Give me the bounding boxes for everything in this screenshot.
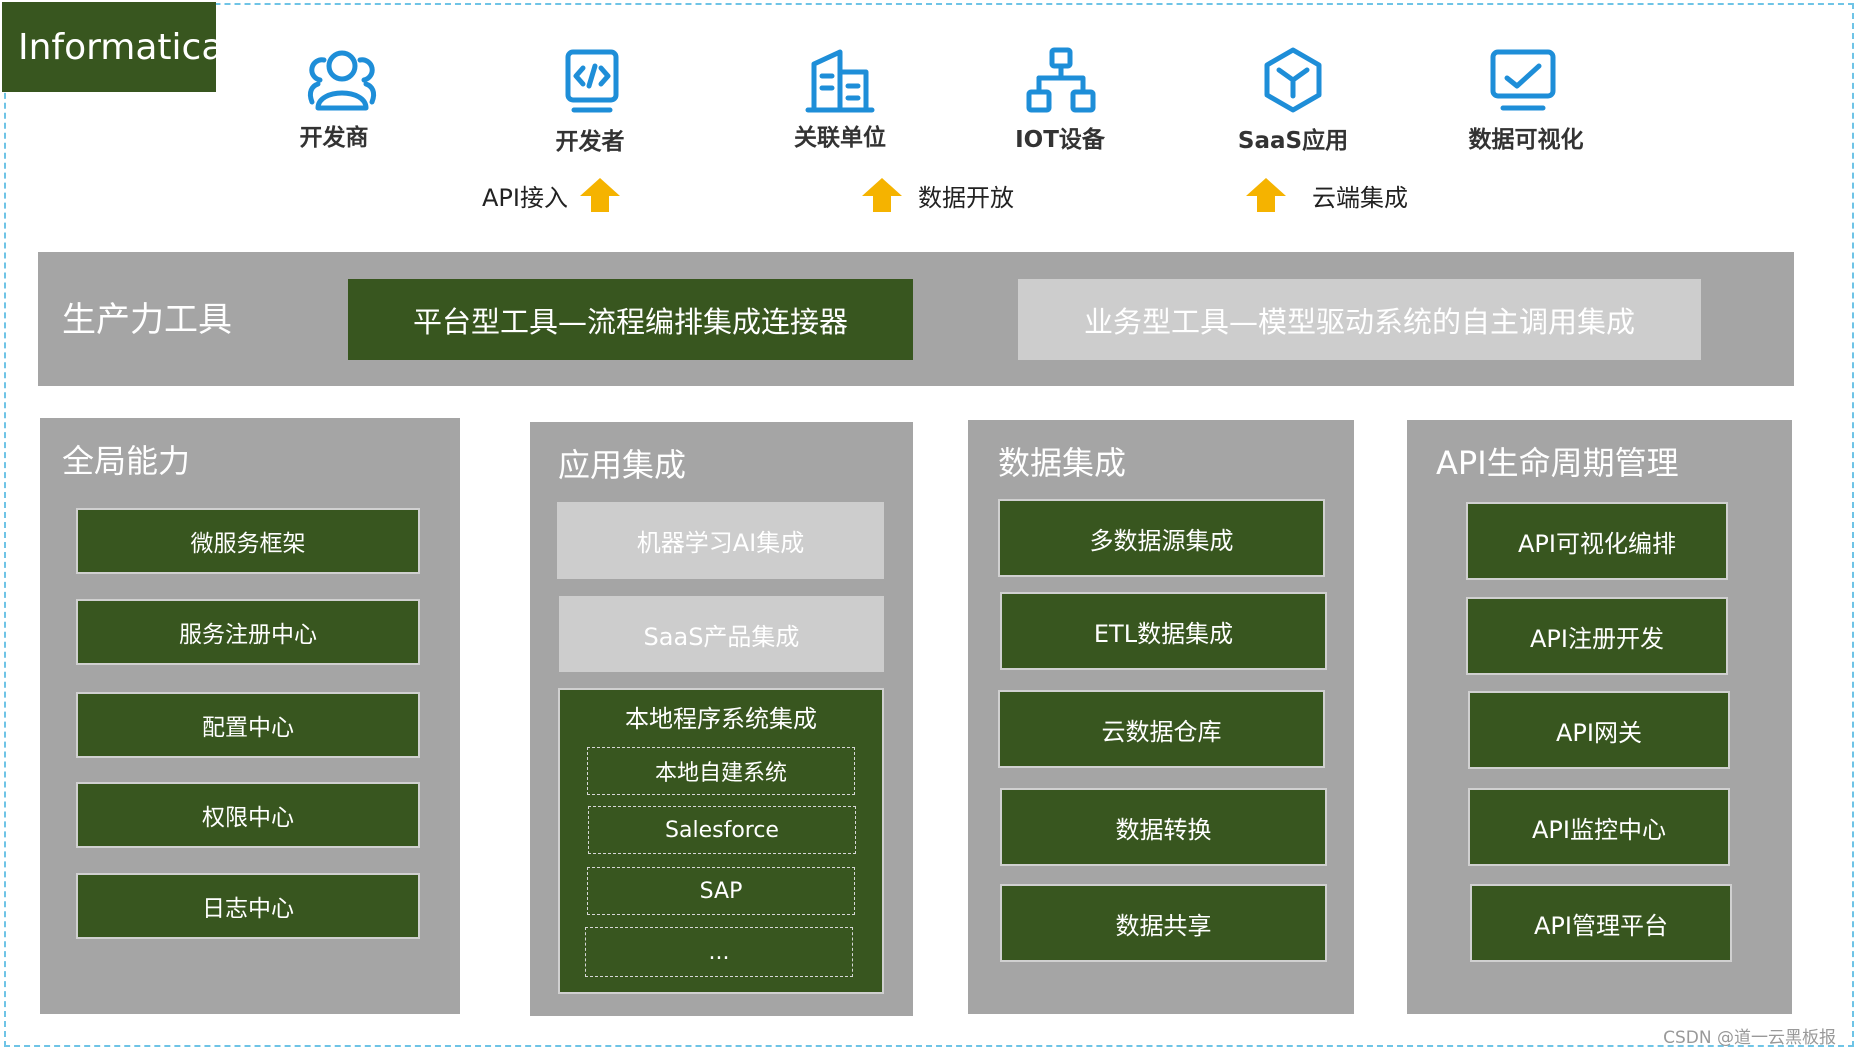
global-item: 服务注册中心 — [76, 599, 420, 665]
global-capability-title: 全局能力 — [62, 442, 191, 480]
role-data-visualization: 数据可视化 — [1468, 127, 1584, 153]
role-saas-app: SaaS应用 — [1237, 128, 1349, 154]
monitor-chart-icon — [1483, 46, 1563, 116]
flow-label: 数据开放 — [918, 183, 1014, 212]
business-tool-box: 业务型工具—模型驱动系统的自主调用集成 — [1018, 279, 1701, 360]
role-developer-company: 开发商 — [299, 125, 369, 151]
code-window-icon — [552, 46, 632, 116]
data-item: 数据转换 — [1000, 788, 1327, 866]
local-system-title: 本地程序系统集成 — [625, 704, 817, 733]
data-integration-title: 数据集成 — [998, 444, 1127, 482]
api-item: API监控中心 — [1468, 788, 1730, 866]
app-item: SaaS产品集成 — [559, 596, 884, 672]
api-item: API管理平台 — [1470, 884, 1732, 962]
local-system-item: 本地自建系统 — [587, 747, 855, 795]
app-integration-title: 应用集成 — [558, 446, 687, 484]
role-iot-device: IOT设备 — [1015, 127, 1105, 153]
flow-data-open: 数据开放 — [860, 172, 1014, 218]
data-item: 云数据仓库 — [998, 690, 1325, 768]
arrow-up-icon — [1246, 178, 1286, 212]
local-system-item: SAP — [587, 867, 855, 915]
role-affiliated-unit: 关联单位 — [794, 125, 886, 151]
users-icon — [302, 46, 382, 116]
global-item: 配置中心 — [76, 692, 420, 758]
building-icon — [800, 46, 880, 116]
flow-cloud-integration: 云端集成 — [1244, 172, 1408, 218]
global-item: 日志中心 — [76, 873, 420, 939]
api-item: API注册开发 — [1466, 597, 1728, 675]
flow-api-access: API接入 — [482, 172, 622, 218]
api-item: API网关 — [1468, 691, 1730, 769]
arrow-up-icon — [862, 178, 902, 212]
api-item: API可视化编排 — [1466, 502, 1728, 580]
productivity-title: 生产力工具 — [62, 300, 232, 340]
flow-label: API接入 — [482, 183, 568, 212]
brand-logo: Informatica — [2, 2, 223, 92]
local-system-item: Salesforce — [588, 806, 856, 854]
data-item: 多数据源集成 — [998, 499, 1325, 577]
local-system-item: ... — [585, 927, 853, 977]
api-lifecycle-title: API生命周期管理 — [1436, 444, 1679, 482]
data-item: 数据共享 — [1000, 884, 1327, 962]
arrow-up-icon — [579, 178, 620, 212]
data-item: ETL数据集成 — [1000, 592, 1327, 670]
watermark: CSDN @道一云黑板报 — [1663, 1028, 1836, 1048]
cube-hexagon-icon — [1253, 46, 1333, 116]
network-nodes-icon — [1021, 46, 1101, 116]
global-item: 权限中心 — [76, 782, 420, 848]
app-item: 机器学习AI集成 — [557, 502, 884, 579]
platform-tool-box: 平台型工具—流程编排集成连接器 — [348, 279, 913, 360]
flow-label: 云端集成 — [1312, 183, 1408, 212]
global-item: 微服务框架 — [76, 508, 420, 574]
role-developer: 开发者 — [555, 129, 625, 155]
